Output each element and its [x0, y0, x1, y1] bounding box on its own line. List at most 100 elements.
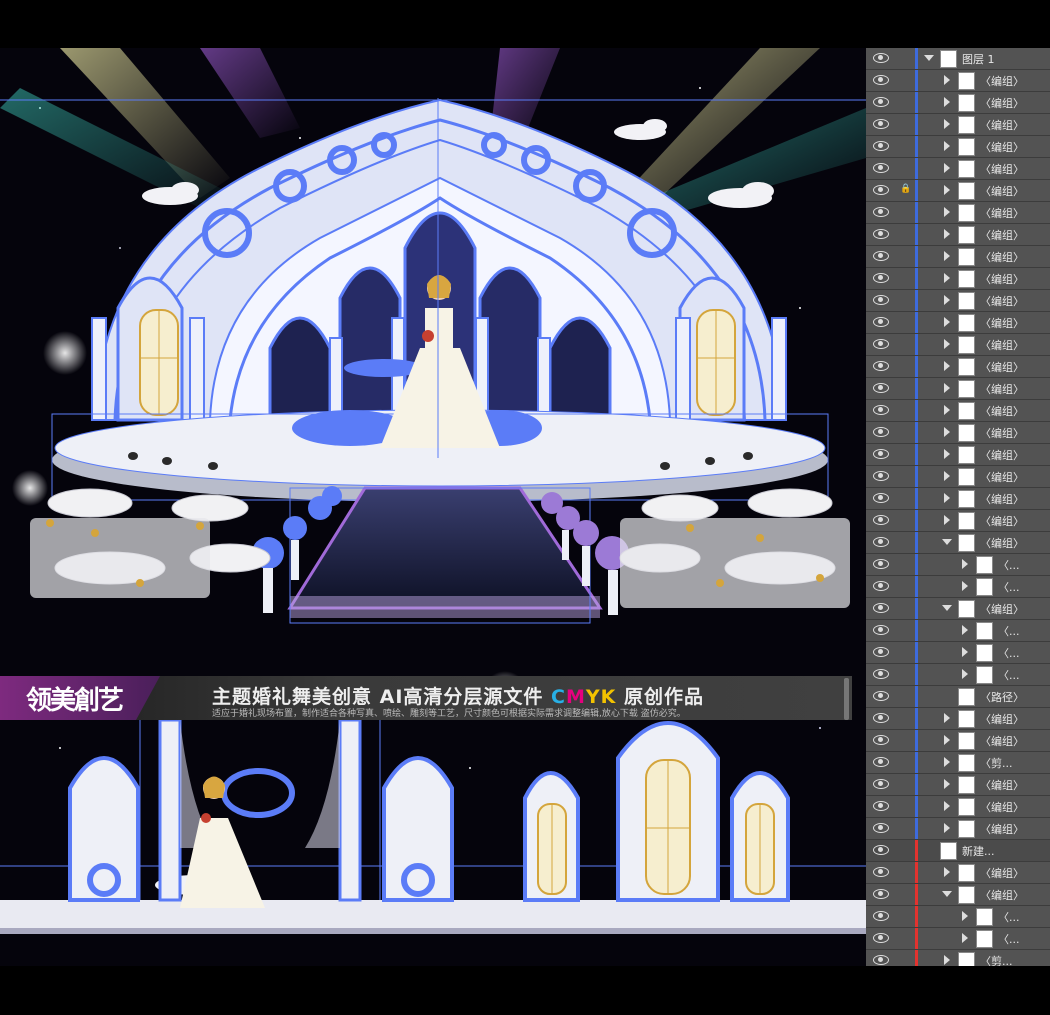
artboard-canvas[interactable]: 领美創艺 主题婚礼舞美创意 AI高清分层源文件 CMYK 原创作品 适应于婚礼现…	[0, 48, 866, 966]
expand-arrow-icon[interactable]	[944, 493, 950, 503]
layer-row[interactable]: 〈编组〉	[866, 466, 1050, 488]
lock-toggle[interactable]	[896, 623, 916, 638]
visibility-toggle[interactable]	[870, 777, 894, 792]
layer-row[interactable]: 〈编组〉	[866, 774, 1050, 796]
layer-row[interactable]: 〈编组〉	[866, 598, 1050, 620]
lock-toggle[interactable]	[896, 931, 916, 946]
layer-row[interactable]: 〈编组〉	[866, 862, 1050, 884]
visibility-toggle[interactable]	[870, 51, 894, 66]
lock-toggle[interactable]	[896, 755, 916, 770]
visibility-toggle[interactable]	[870, 139, 894, 154]
lock-toggle[interactable]	[896, 381, 916, 396]
layer-row[interactable]: 〈剪...	[866, 752, 1050, 774]
visibility-toggle[interactable]	[870, 161, 894, 176]
collapse-arrow-icon[interactable]	[942, 605, 952, 611]
layer-row[interactable]: 新建...	[866, 840, 1050, 862]
layer-row[interactable]: 〈编组〉	[866, 532, 1050, 554]
visibility-toggle[interactable]	[870, 205, 894, 220]
lock-toggle[interactable]	[896, 117, 916, 132]
expand-arrow-icon[interactable]	[944, 449, 950, 459]
visibility-toggle[interactable]	[870, 733, 894, 748]
expand-arrow-icon[interactable]	[944, 801, 950, 811]
expand-arrow-icon[interactable]	[962, 581, 968, 591]
expand-arrow-icon[interactable]	[944, 185, 950, 195]
visibility-toggle[interactable]	[870, 293, 894, 308]
visibility-toggle[interactable]	[870, 909, 894, 924]
lock-toggle[interactable]	[896, 909, 916, 924]
visibility-toggle[interactable]	[870, 447, 894, 462]
layer-row[interactable]: 〈...	[866, 554, 1050, 576]
canvas-scrollbar[interactable]	[844, 678, 849, 720]
lock-toggle[interactable]	[896, 953, 916, 966]
visibility-toggle[interactable]	[870, 843, 894, 858]
expand-arrow-icon[interactable]	[944, 295, 950, 305]
layer-row[interactable]: 〈编组〉	[866, 488, 1050, 510]
visibility-toggle[interactable]	[870, 667, 894, 682]
layer-list[interactable]: 图层 1 〈编组〉 〈编组〉 〈编组〉 〈编组〉 〈编组〉 🔒 〈编组〉 〈编组〉 〈编组〉 〈编组…	[866, 48, 1050, 966]
layer-row[interactable]: 〈编组〉	[866, 246, 1050, 268]
lock-toggle[interactable]	[896, 777, 916, 792]
expand-arrow-icon[interactable]	[944, 119, 950, 129]
lock-toggle[interactable]	[896, 271, 916, 286]
layer-row[interactable]: 图层 1	[866, 48, 1050, 70]
layer-row[interactable]: 〈编组〉	[866, 510, 1050, 532]
visibility-toggle[interactable]	[870, 601, 894, 616]
layer-row[interactable]: 〈路径〉	[866, 686, 1050, 708]
layer-row[interactable]: 〈编组〉	[866, 136, 1050, 158]
visibility-toggle[interactable]	[870, 73, 894, 88]
expand-arrow-icon[interactable]	[944, 823, 950, 833]
lock-toggle[interactable]	[896, 733, 916, 748]
expand-arrow-icon[interactable]	[944, 339, 950, 349]
visibility-toggle[interactable]	[870, 249, 894, 264]
lock-toggle[interactable]	[896, 293, 916, 308]
visibility-toggle[interactable]	[870, 887, 894, 902]
expand-arrow-icon[interactable]	[944, 713, 950, 723]
expand-arrow-icon[interactable]	[944, 779, 950, 789]
layer-row[interactable]: 〈编组〉	[866, 356, 1050, 378]
layer-row[interactable]: 〈编组〉	[866, 158, 1050, 180]
visibility-toggle[interactable]	[870, 95, 894, 110]
visibility-toggle[interactable]	[870, 931, 894, 946]
visibility-toggle[interactable]	[870, 315, 894, 330]
lock-toggle[interactable]	[896, 667, 916, 682]
layer-row[interactable]: 〈编组〉	[866, 290, 1050, 312]
lock-toggle[interactable]	[896, 491, 916, 506]
collapse-arrow-icon[interactable]	[942, 539, 952, 545]
lock-toggle[interactable]	[896, 579, 916, 594]
expand-arrow-icon[interactable]	[944, 361, 950, 371]
layer-row[interactable]: 〈编组〉	[866, 884, 1050, 906]
visibility-toggle[interactable]	[870, 821, 894, 836]
expand-arrow-icon[interactable]	[944, 427, 950, 437]
layer-row[interactable]: 〈编组〉	[866, 796, 1050, 818]
visibility-toggle[interactable]	[870, 403, 894, 418]
layers-panel[interactable]: 图层 1 〈编组〉 〈编组〉 〈编组〉 〈编组〉 〈编组〉 🔒 〈编组〉 〈编组〉 〈编组〉 〈编组…	[866, 48, 1050, 966]
layer-row[interactable]: 〈编组〉	[866, 708, 1050, 730]
visibility-toggle[interactable]	[870, 117, 894, 132]
expand-arrow-icon[interactable]	[944, 383, 950, 393]
visibility-toggle[interactable]	[870, 183, 894, 198]
layer-row[interactable]: 🔒 〈编组〉	[866, 180, 1050, 202]
lock-toggle[interactable]	[896, 843, 916, 858]
layer-row[interactable]: 〈编组〉	[866, 730, 1050, 752]
expand-arrow-icon[interactable]	[944, 207, 950, 217]
layer-row[interactable]: 〈...	[866, 664, 1050, 686]
lock-toggle[interactable]	[896, 403, 916, 418]
layer-row[interactable]: 〈编组〉	[866, 444, 1050, 466]
layer-row[interactable]: 〈...	[866, 928, 1050, 950]
visibility-toggle[interactable]	[870, 865, 894, 880]
visibility-toggle[interactable]	[870, 469, 894, 484]
visibility-toggle[interactable]	[870, 799, 894, 814]
lock-toggle[interactable]	[896, 469, 916, 484]
layer-row[interactable]: 〈...	[866, 906, 1050, 928]
lock-toggle[interactable]	[896, 887, 916, 902]
layer-row[interactable]: 〈编组〉	[866, 70, 1050, 92]
visibility-toggle[interactable]	[870, 227, 894, 242]
lock-toggle[interactable]: 🔒	[896, 183, 916, 198]
expand-arrow-icon[interactable]	[944, 229, 950, 239]
layer-row[interactable]: 〈编组〉	[866, 224, 1050, 246]
expand-arrow-icon[interactable]	[944, 471, 950, 481]
lock-toggle[interactable]	[896, 95, 916, 110]
lock-toggle[interactable]	[896, 425, 916, 440]
lock-toggle[interactable]	[896, 73, 916, 88]
collapse-arrow-icon[interactable]	[942, 891, 952, 897]
